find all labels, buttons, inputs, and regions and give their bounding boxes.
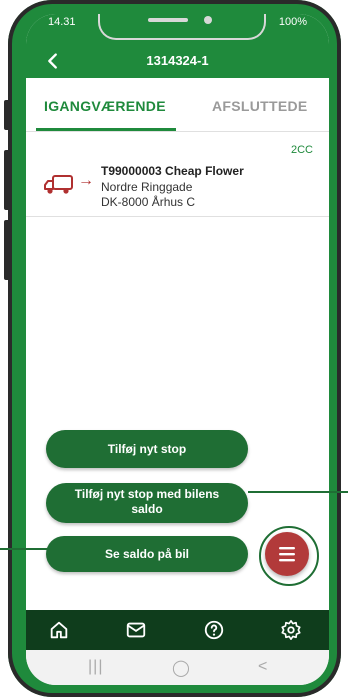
mail-icon[interactable]: [125, 619, 147, 641]
home-icon[interactable]: [48, 619, 70, 641]
page-title: 1314324-1: [146, 53, 209, 68]
callout-line: [248, 491, 348, 493]
divider: [26, 216, 329, 217]
bottom-navigation: [26, 610, 329, 650]
item-address-line2: DK-8000 Århus C: [101, 195, 196, 209]
camera-dot: [204, 16, 212, 24]
menu-fab-button[interactable]: [265, 532, 309, 576]
add-stop-label: Tilføj nyt stop: [107, 442, 187, 456]
phone-side-button: [4, 100, 10, 130]
callout-line: [0, 548, 48, 550]
list-item[interactable]: 2CC → T99000003 Cheap Flower Nordre Ring…: [26, 132, 329, 217]
system-navigation-bar: ||| ◯ <: [26, 650, 329, 685]
app-header: 1314324-1: [26, 44, 329, 78]
add-stop-balance-label-line1: Tilføj nyt stop med bilens: [74, 487, 220, 501]
phone-side-button: [4, 150, 10, 210]
tab-completed[interactable]: AFSLUTTEDE: [212, 98, 308, 114]
add-stop-balance-label-line2: saldo: [131, 502, 163, 516]
see-balance-label: Se saldo på bil: [104, 547, 190, 561]
help-icon[interactable]: [203, 619, 225, 641]
see-balance-button[interactable]: Se saldo på bil: [46, 536, 248, 572]
item-address-line1: Nordre Ringgade: [101, 180, 193, 194]
menu-icon: [279, 547, 295, 562]
item-title: T99000003 Cheap Flower: [101, 164, 244, 178]
recents-button[interactable]: |||: [88, 658, 103, 676]
battery-level: 100%: [278, 16, 307, 28]
camera-notch: [98, 14, 266, 40]
add-stop-button[interactable]: Tilføj nyt stop: [46, 430, 248, 468]
tab-bar: IGANGVÆRENDE AFSLUTTEDE: [26, 78, 329, 132]
truck-icon: [44, 175, 73, 194]
settings-icon[interactable]: [280, 619, 302, 641]
tab-in-progress[interactable]: IGANGVÆRENDE: [44, 98, 166, 114]
item-code: 2CC: [290, 144, 313, 156]
add-stop-with-balance-button[interactable]: Tilføj nyt stop med bilens saldo: [46, 483, 248, 523]
arrow-right-icon: →: [78, 172, 94, 189]
back-system-button[interactable]: <: [258, 658, 267, 676]
home-system-button[interactable]: ◯: [172, 658, 190, 678]
status-time: 14.31: [48, 16, 76, 28]
phone-side-button: [4, 220, 10, 280]
speaker-slot: [148, 18, 188, 22]
app-screen: 14.31 100% 1314324-1 IGANGVÆRENDE AFSLUT…: [26, 14, 329, 685]
